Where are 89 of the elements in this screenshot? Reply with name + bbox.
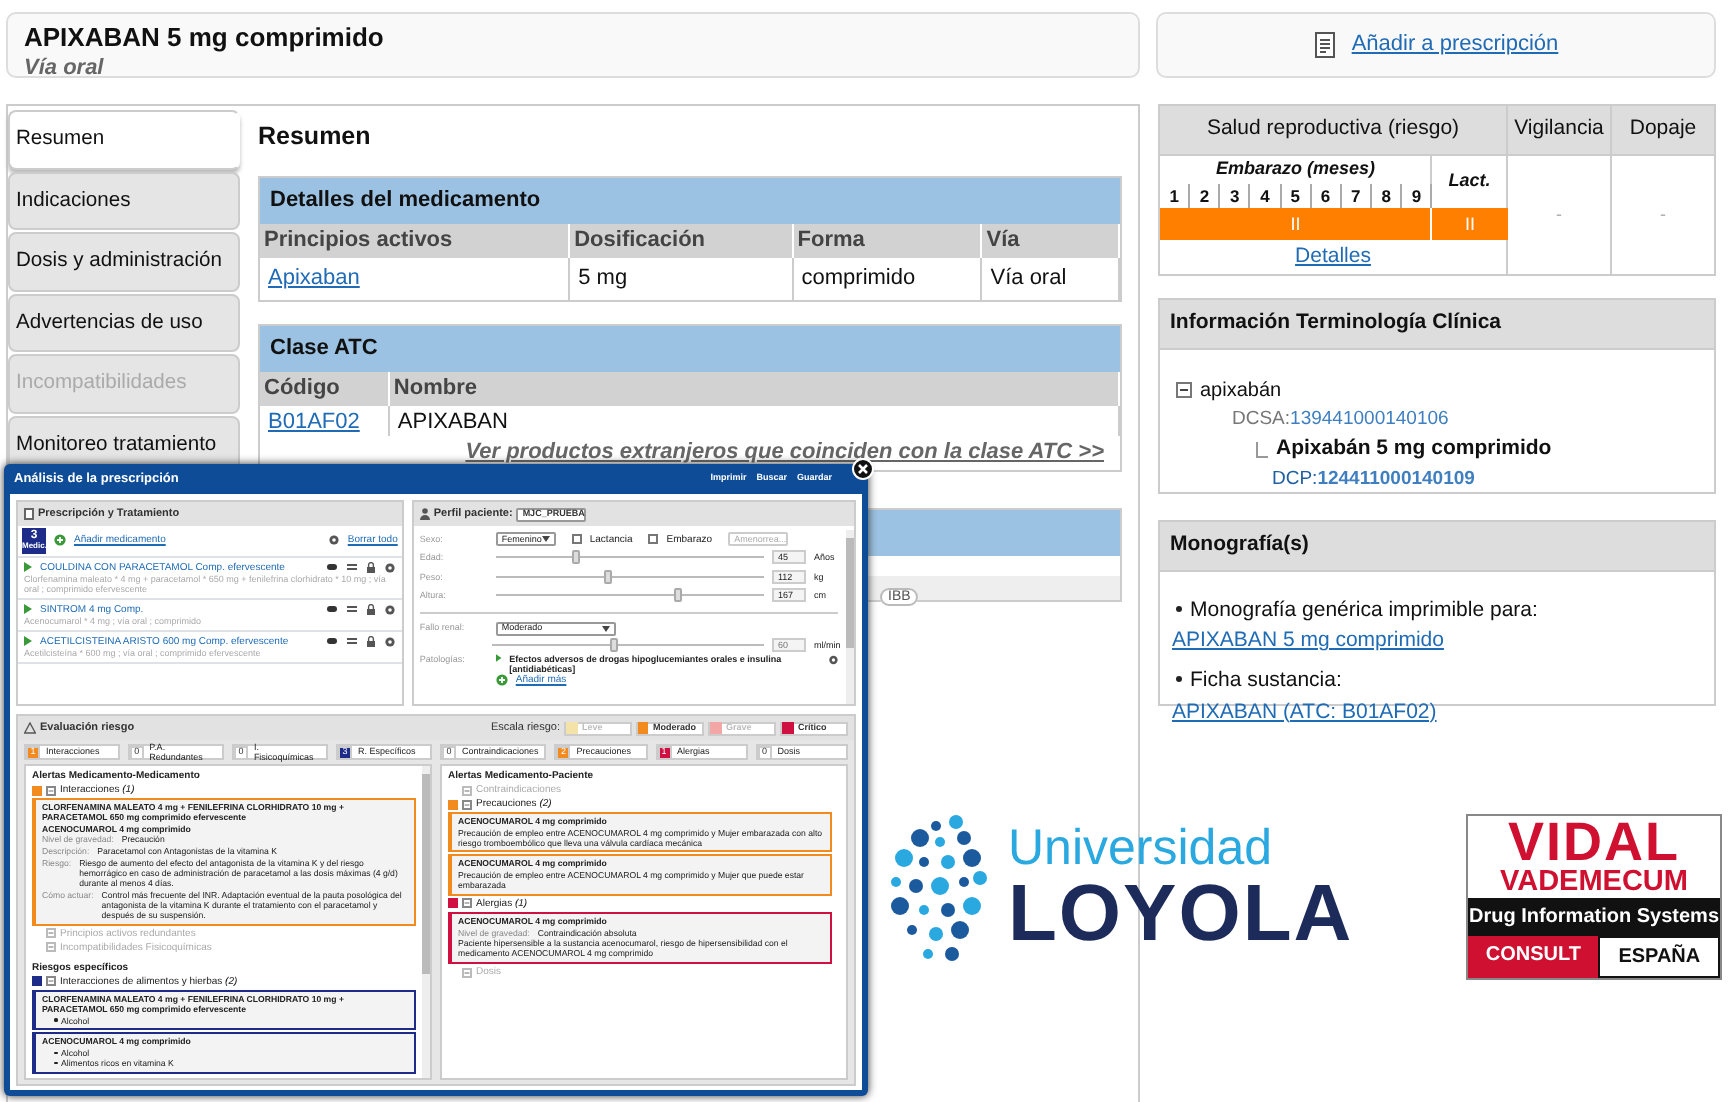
month-number: 3 [1229,185,1240,205]
pill-icon[interactable] [325,562,338,572]
risk-bar: II [1431,208,1507,241]
code-text: DCSA:139441000140106 [1230,405,1451,433]
side-tab[interactable]: Dosis y administración [8,232,240,291]
pregnancy-label: Embarazo (meses) [1215,158,1375,178]
risk-bar: II [1159,208,1432,241]
add-icon[interactable] [495,673,508,685]
slider-thumb[interactable] [572,550,581,565]
section-header: Detalles del medicamento [260,178,1120,224]
lock-icon[interactable] [365,561,376,573]
month-number: 1 [1169,185,1179,205]
brand-name: VIDAL [1508,816,1680,868]
checkbox[interactable] [571,534,582,544]
brand-subtitle: VADEMECUM [1498,868,1690,898]
table-cell-text: Vía oral [990,266,1067,290]
brand-badge: ESPAÑA [1598,936,1720,978]
month-number: 5 [1290,185,1300,205]
table-link[interactable]: Apixaban [268,266,360,290]
side-tab: Incompatibilidades [8,354,240,413]
table-cell-text: APIXABAN [397,410,508,434]
tree-node[interactable]: Apixabán 5 mg comprimido [1276,433,1552,465]
bullet-icon [1176,676,1182,683]
warning-icon [24,722,36,734]
table-cell-text: 5 mg [578,266,628,290]
table-link[interactable]: B01AF02 [268,410,360,434]
monograph-label: Monografía genérica imprimible para: [1190,595,1538,625]
details-link[interactable]: Detalles [1295,243,1371,268]
monograph-label: Ficha sustancia: [1190,666,1342,696]
person-icon [419,508,430,520]
panel-title: Monografía(s) [1160,521,1714,571]
route-subtitle: Vía oral [24,54,106,84]
university-name: Universidad [1008,822,1275,874]
column-header: Nombre [388,372,1119,406]
play-icon[interactable] [24,562,32,572]
month-number: 8 [1381,185,1391,205]
lock-icon[interactable] [365,603,376,615]
brand-tagline: Drug Information Systems [1468,898,1720,936]
caret-icon [601,625,610,631]
column-header: Vigilancia [1507,105,1611,155]
column-header: Principios activos [260,224,570,258]
university-name: LOYOLA [1008,874,1354,954]
scrollbar[interactable] [846,530,854,704]
tree-connector-icon [1256,441,1268,458]
page-title: APIXABAN 5 mg comprimido [24,22,386,52]
slider-thumb[interactable] [610,638,619,652]
lactation-label: Lact. [1448,170,1491,191]
play-icon [495,653,502,661]
collapse-icon[interactable] [1176,382,1192,398]
tree-node[interactable]: apixabán [1200,375,1282,405]
month-number: 9 [1411,185,1422,205]
side-tab[interactable]: Indicaciones [8,171,240,230]
code-text: DCP:124411000140109 [1270,465,1477,493]
pill-icon[interactable] [325,636,338,646]
doping-value: - [1660,203,1666,224]
foreign-products-link[interactable]: Ver productos extranjeros que coinciden con la clase ATC >> [465,440,1104,464]
panel-title: Información Terminología Clínica [1160,299,1714,349]
scrollbar[interactable] [422,766,430,1078]
pill-icon[interactable] [325,604,338,614]
add-icon[interactable] [54,534,66,547]
vigilance-value: - [1556,203,1562,224]
column-header: Dosificación [569,224,793,258]
caret-icon [541,536,550,542]
month-number: 4 [1260,185,1270,205]
side-tab[interactable]: Resumen [8,110,240,169]
column-header: Código [260,372,389,406]
checkbox[interactable] [648,534,659,544]
column-header: Vía [981,224,1119,258]
column-header: Dopaje [1611,105,1715,155]
section-header: Clase ATC [260,326,1120,372]
monograph-link[interactable]: APIXABAN (ATC: B01AF02) [1172,697,1437,729]
play-icon[interactable] [24,636,32,646]
slider-thumb[interactable] [674,588,683,603]
month-number: 7 [1351,185,1361,205]
section-title: Resumen [258,122,373,152]
lock-icon[interactable] [365,635,376,647]
close-icon[interactable] [852,458,874,480]
month-number: 6 [1320,185,1331,205]
column-header: Forma [792,224,982,258]
add-prescription-link[interactable]: Añadir a prescripción [1351,28,1559,62]
table-cell-text: comprimido [801,266,916,290]
bullet-icon [1176,605,1182,612]
column-header: Salud reproductiva (riesgo) [1159,105,1507,155]
side-tab[interactable]: Advertencias de uso [8,293,240,352]
play-icon[interactable] [24,604,32,614]
slider-thumb[interactable] [604,569,613,584]
month-number: 2 [1199,185,1210,205]
monograph-link[interactable]: APIXABAN 5 mg comprimido [1172,626,1444,658]
brand-badge: CONSULT [1468,936,1599,978]
